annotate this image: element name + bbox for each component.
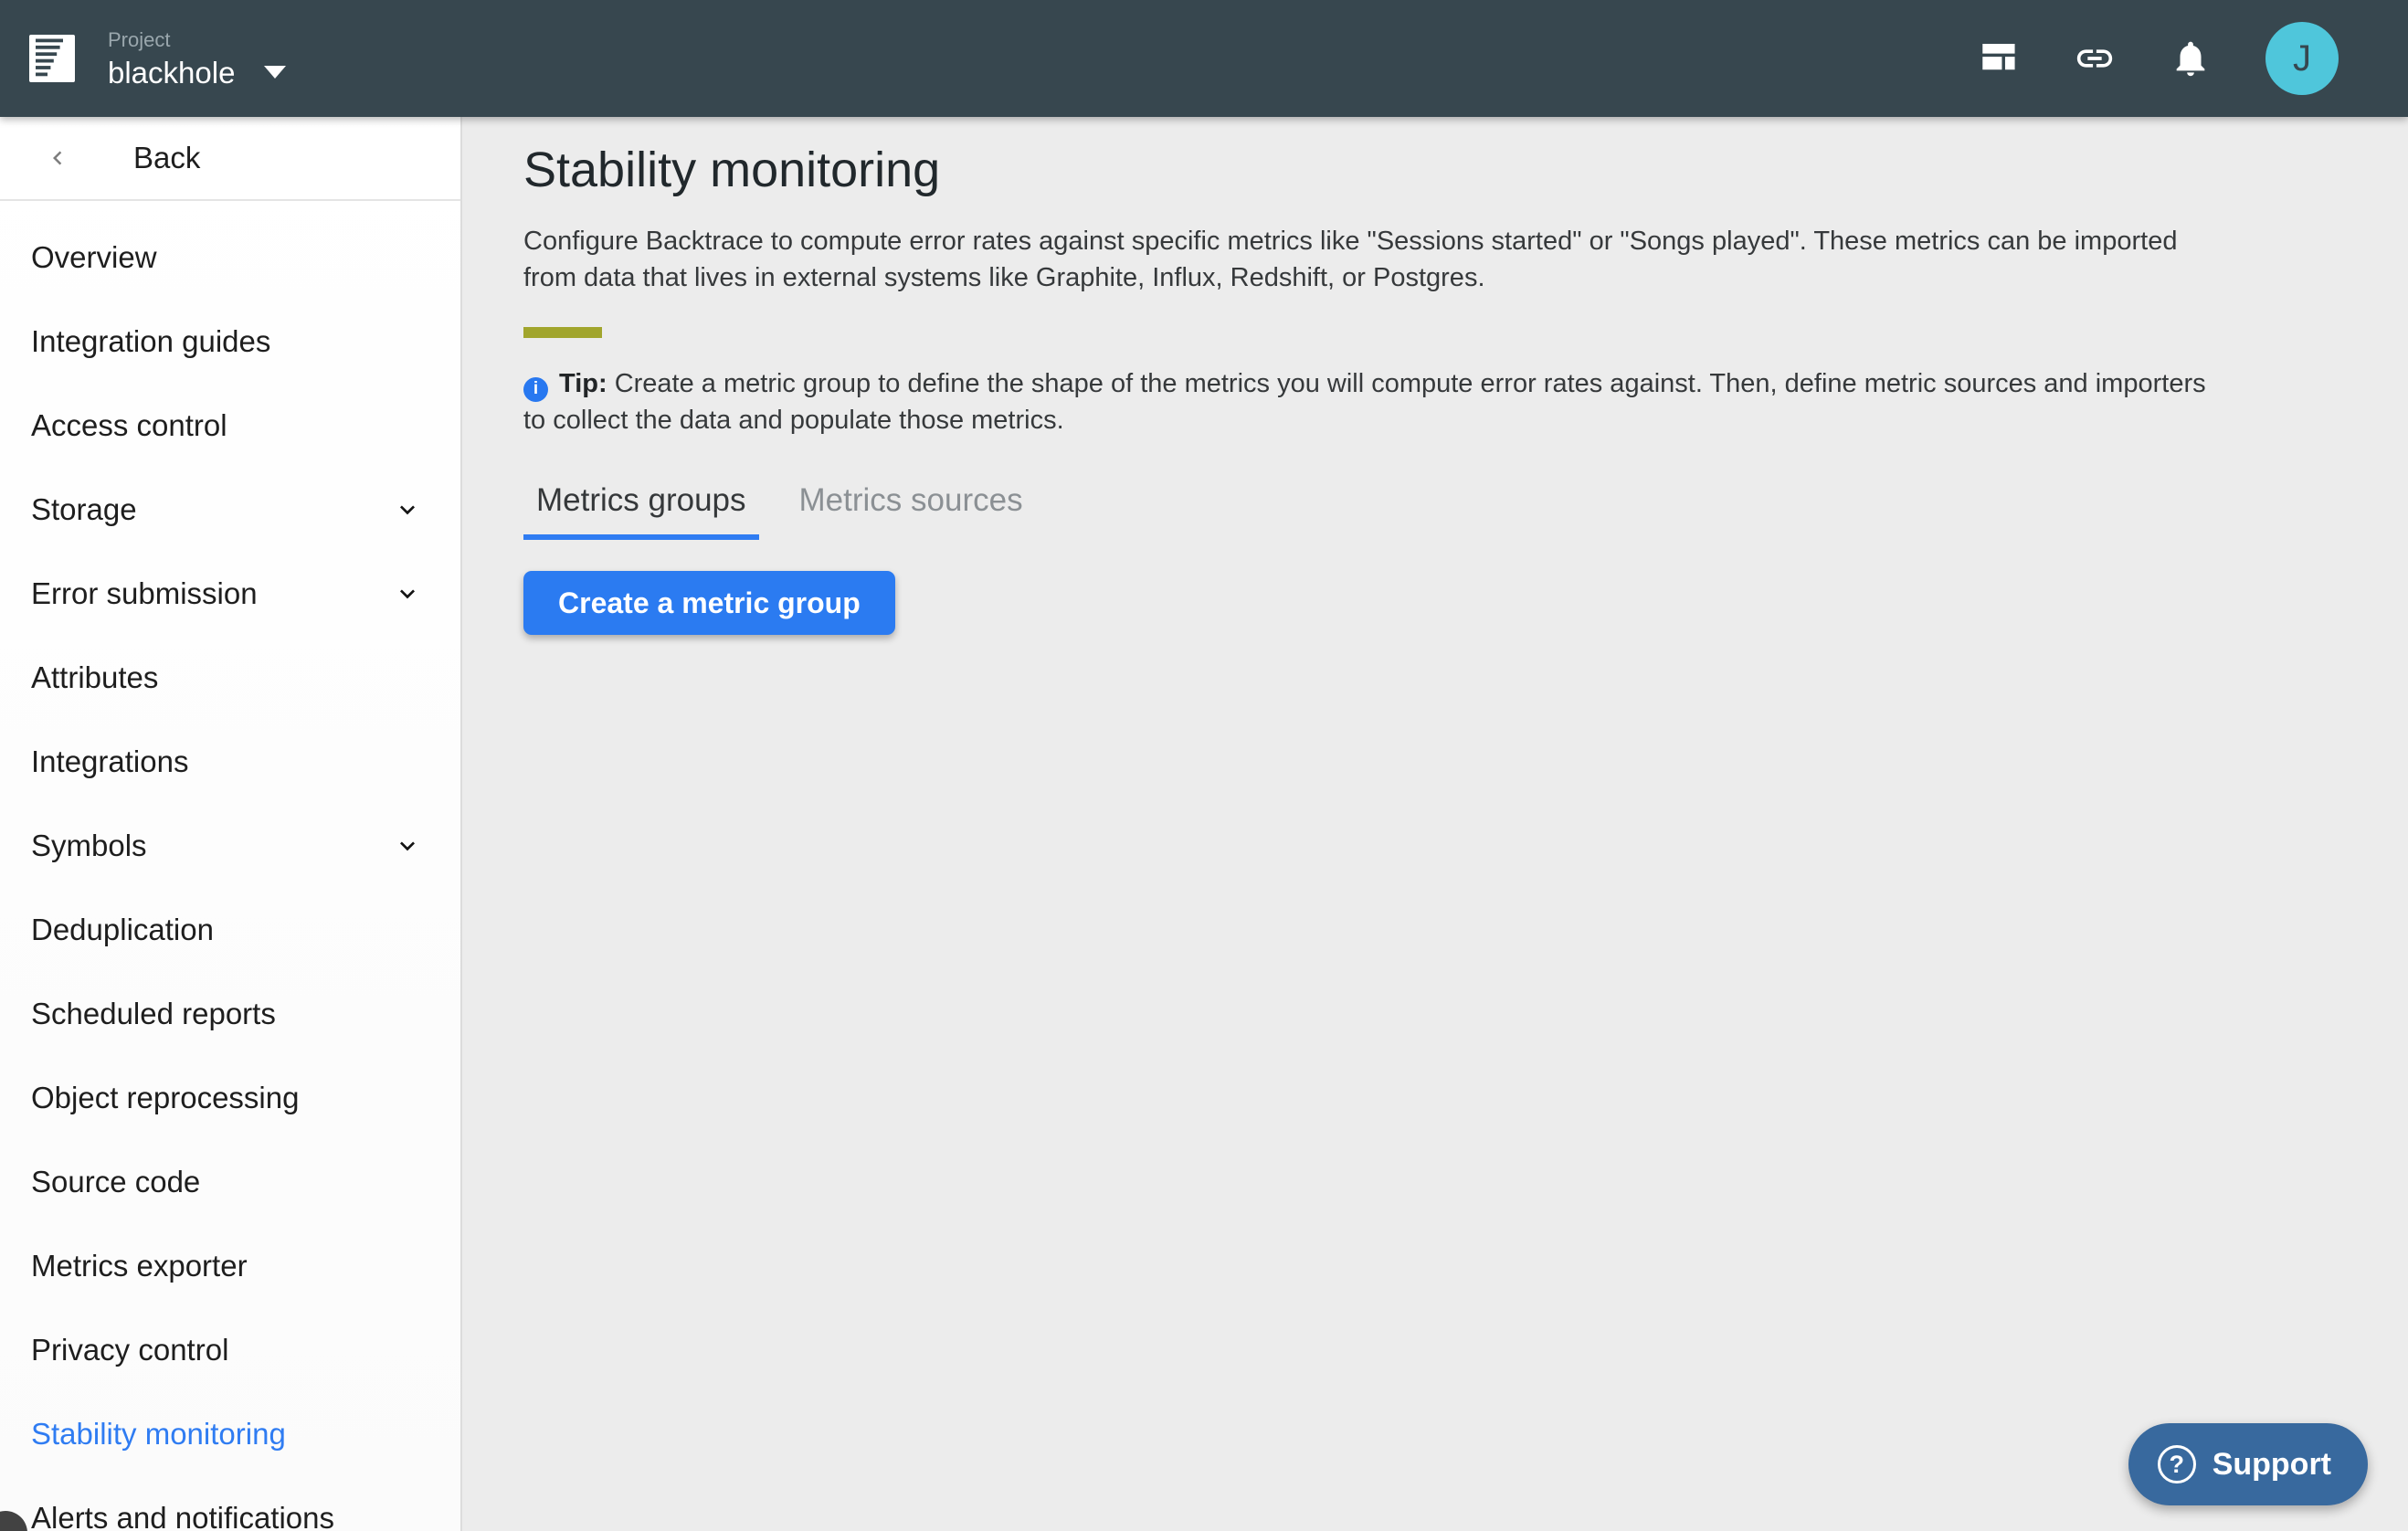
notifications-icon[interactable] bbox=[2170, 37, 2212, 79]
sidebar-item-attributes[interactable]: Attributes bbox=[0, 636, 460, 720]
tip-body: Create a metric group to define the shap… bbox=[523, 369, 2206, 435]
sidebar-item-label: Source code bbox=[31, 1165, 200, 1199]
sidebar-item-label: Error submission bbox=[31, 576, 258, 611]
sidebar-item-access-control[interactable]: Access control bbox=[0, 384, 460, 468]
sidebar-item-source-code[interactable]: Source code bbox=[0, 1140, 460, 1224]
info-icon: i bbox=[523, 377, 548, 402]
project-caret-icon bbox=[264, 66, 286, 79]
sidebar-item-object-reprocessing[interactable]: Object reprocessing bbox=[0, 1056, 460, 1140]
sidebar-nav-list: Overview Integration guides Access contr… bbox=[0, 201, 460, 1531]
tip-label: Tip: bbox=[559, 369, 607, 398]
sidebar-item-scheduled-reports[interactable]: Scheduled reports bbox=[0, 972, 460, 1056]
support-label: Support bbox=[2213, 1447, 2331, 1483]
sidebar-item-label: Metrics exporter bbox=[31, 1249, 248, 1283]
back-label: Back bbox=[133, 141, 200, 175]
avatar-initial: J bbox=[2293, 38, 2311, 79]
sidebar-item-integrations[interactable]: Integrations bbox=[0, 720, 460, 804]
sidebar-item-label: Symbols bbox=[31, 829, 147, 863]
sidebar-item-label: Overview bbox=[31, 240, 157, 275]
sidebar-item-deduplication[interactable]: Deduplication bbox=[0, 888, 460, 972]
tab-metrics-groups[interactable]: Metrics groups bbox=[523, 482, 759, 540]
chevron-down-icon bbox=[393, 495, 422, 524]
backtrace-logo-icon bbox=[29, 35, 75, 82]
sidebar-item-label: Object reprocessing bbox=[31, 1081, 299, 1115]
help-icon: ? bbox=[2158, 1445, 2196, 1483]
sidebar-item-label: Attributes bbox=[31, 660, 158, 695]
dashboard-icon[interactable] bbox=[1978, 37, 2020, 79]
create-metric-group-button[interactable]: Create a metric group bbox=[523, 571, 895, 635]
sidebar-item-alerts-and-notifications[interactable]: Alerts and notifications bbox=[0, 1476, 460, 1531]
sidebar-item-metrics-exporter[interactable]: Metrics exporter bbox=[0, 1224, 460, 1308]
settings-sidebar: Back Overview Integration guides Access … bbox=[0, 117, 462, 1531]
tab-metrics-sources[interactable]: Metrics sources bbox=[787, 482, 1036, 540]
sidebar-item-symbols[interactable]: Symbols bbox=[0, 804, 460, 888]
sidebar-item-label: Integrations bbox=[31, 744, 188, 779]
sidebar-item-label: Alerts and notifications bbox=[31, 1501, 334, 1531]
chevron-down-icon bbox=[393, 831, 422, 861]
topbar: Project blackhole J bbox=[0, 0, 2408, 117]
sidebar-item-label: Storage bbox=[31, 492, 137, 527]
chevron-down-icon bbox=[393, 579, 422, 608]
tab-bar: Metrics groups Metrics sources bbox=[523, 482, 2353, 540]
sidebar-item-overview[interactable]: Overview bbox=[0, 216, 460, 300]
sidebar-item-label: Stability monitoring bbox=[31, 1417, 286, 1452]
section-divider bbox=[523, 327, 602, 338]
project-label: Project bbox=[108, 30, 286, 50]
project-name: blackhole bbox=[108, 58, 235, 88]
tip-text: i Tip: Create a metric group to define th… bbox=[523, 365, 2223, 438]
back-button[interactable]: Back bbox=[0, 117, 460, 201]
page-title: Stability monitoring bbox=[523, 141, 2353, 199]
sidebar-item-label: Scheduled reports bbox=[31, 997, 276, 1031]
sidebar-item-label: Deduplication bbox=[31, 913, 214, 947]
sidebar-item-label: Integration guides bbox=[31, 324, 270, 359]
page-description: Configure Backtrace to compute error rat… bbox=[523, 223, 2186, 296]
sidebar-item-label: Access control bbox=[31, 408, 227, 443]
support-button[interactable]: ? Support bbox=[2128, 1423, 2368, 1505]
sidebar-item-privacy-control[interactable]: Privacy control bbox=[0, 1308, 460, 1392]
sidebar-item-stability-monitoring[interactable]: Stability monitoring bbox=[0, 1392, 460, 1476]
project-switcher[interactable]: Project blackhole bbox=[108, 30, 286, 88]
chevron-left-icon bbox=[44, 144, 71, 172]
link-icon[interactable] bbox=[2074, 37, 2116, 79]
sidebar-item-label: Privacy control bbox=[31, 1333, 228, 1367]
sidebar-item-storage[interactable]: Storage bbox=[0, 468, 460, 552]
avatar[interactable]: J bbox=[2265, 22, 2339, 95]
main-content: Stability monitoring Configure Backtrace… bbox=[464, 117, 2408, 1531]
sidebar-item-error-submission[interactable]: Error submission bbox=[0, 552, 460, 636]
sidebar-item-integration-guides[interactable]: Integration guides bbox=[0, 300, 460, 384]
